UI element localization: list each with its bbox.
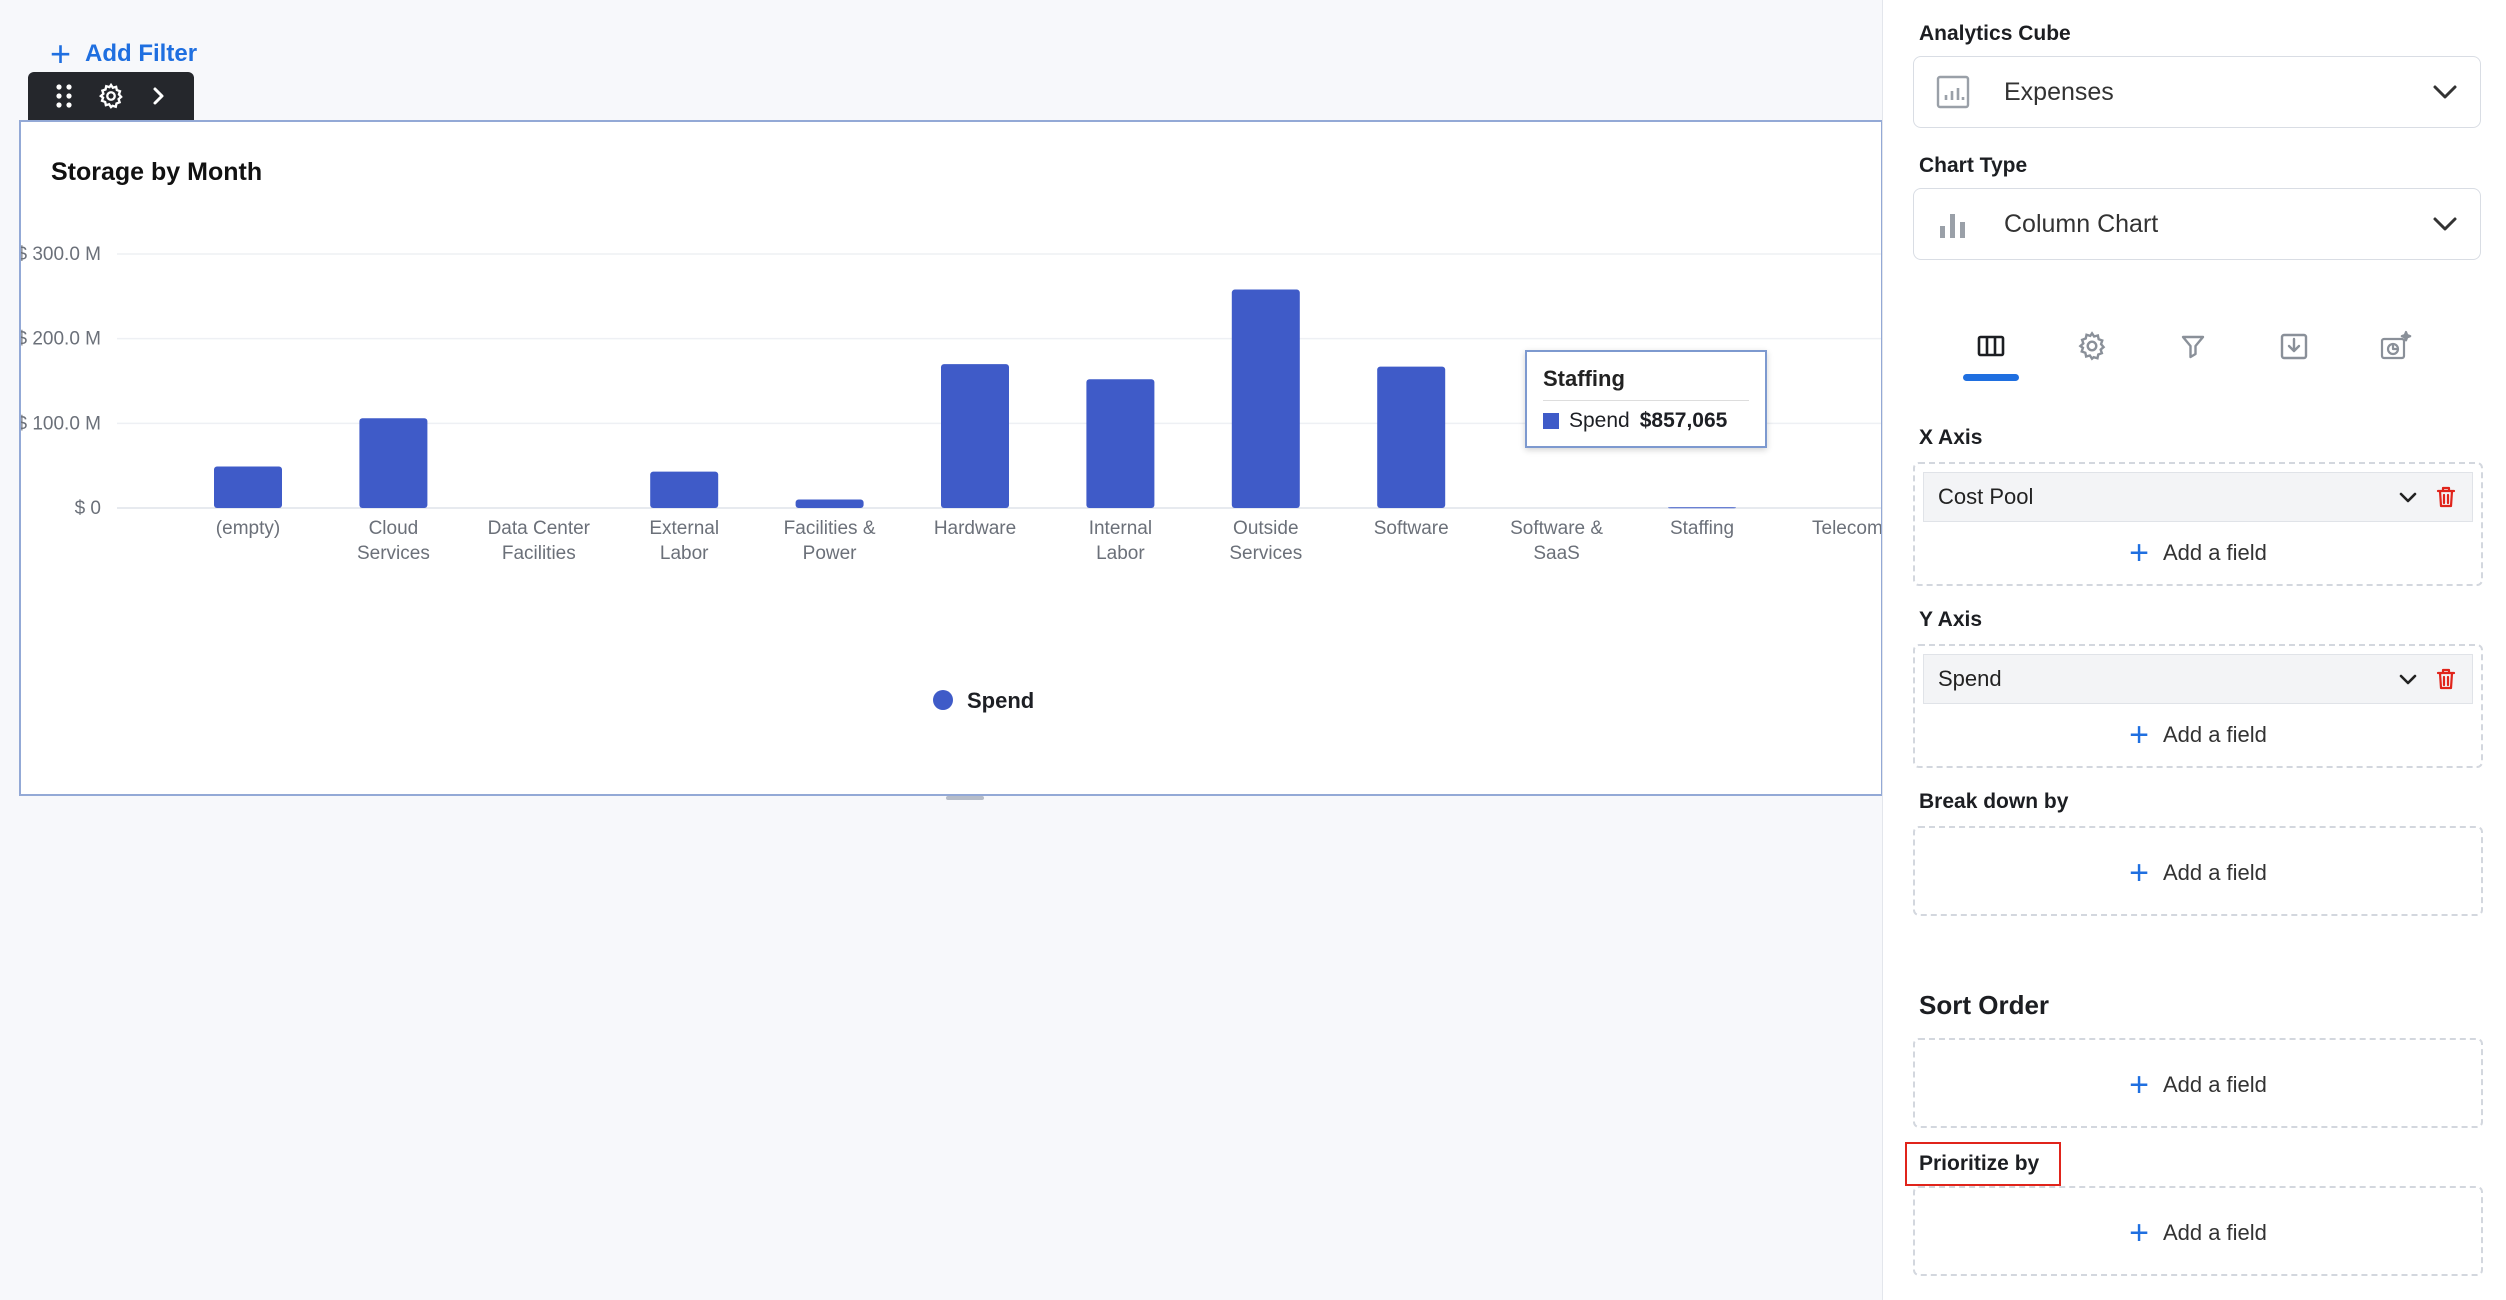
legend-label: Spend xyxy=(967,688,1034,713)
y-axis-dropzone[interactable]: Spend + Add a field xyxy=(1913,644,2483,768)
tooltip-series: Spend xyxy=(1569,409,1630,432)
plus-icon: + xyxy=(2129,534,2149,572)
x-tick-label: Software xyxy=(1374,518,1449,539)
x-axis-label: X Axis xyxy=(1919,426,1983,449)
sort-order-title: Sort Order xyxy=(1919,990,2050,1020)
add-field-label: Add a field xyxy=(2162,1220,2267,1245)
prioritize-add-field-button[interactable]: + Add a field xyxy=(1915,1214,2481,1252)
y-axis-label: Y Axis xyxy=(1919,608,1983,631)
x-axis-dropzone[interactable]: Cost Pool + Add a field xyxy=(1913,462,2483,586)
y-axis-field-chip[interactable]: Spend xyxy=(1923,654,2473,704)
bar-5 xyxy=(941,364,1009,508)
tab-filter[interactable] xyxy=(2165,330,2221,392)
bar-8 xyxy=(1377,366,1446,508)
breakdown-add-field-button[interactable]: + Add a field xyxy=(1915,854,2481,892)
y-axis-add-field-button[interactable]: + Add a field xyxy=(1915,716,2481,754)
tooltip-title: Staffing xyxy=(1543,366,1749,401)
plus-icon: + xyxy=(2129,716,2149,754)
bar-3 xyxy=(650,471,719,508)
cube-chart-icon xyxy=(1934,73,1972,111)
x-tick-label: Outside Services xyxy=(1229,518,1302,564)
x-axis-add-field-button[interactable]: + Add a field xyxy=(1915,534,2481,572)
widget-toolbar xyxy=(28,72,194,120)
add-field-label: Add a field xyxy=(2162,1072,2267,1097)
tab-download[interactable] xyxy=(2266,330,2322,392)
tab-ai-chart[interactable] xyxy=(2367,330,2423,392)
y-tick-label: $ 200.0 M xyxy=(21,329,101,350)
plus-icon: + xyxy=(2129,854,2149,892)
columns-icon xyxy=(1977,335,2005,357)
bar-1 xyxy=(359,418,428,508)
filter-icon xyxy=(2181,335,2205,359)
x-tick-label: Cloud Services xyxy=(357,518,430,564)
bar-0 xyxy=(214,466,282,508)
chart-widget: Storage by Month $ 300.0 M $ 200.0 M $ 100… xyxy=(19,120,1883,796)
x-tick-label: Internal Labor xyxy=(1089,518,1152,564)
resize-handle[interactable] xyxy=(946,796,984,800)
chart-type-label: Chart Type xyxy=(1919,154,2028,177)
bar-7 xyxy=(1231,289,1300,508)
plus-icon: + xyxy=(50,33,72,74)
download-icon xyxy=(2280,333,2308,360)
sort-order-dropzone[interactable]: + Add a field xyxy=(1913,1038,2483,1128)
breakdown-label: Break down by xyxy=(1919,790,2069,813)
tab-active-indicator xyxy=(1963,374,2019,381)
analytics-cube-select[interactable]: Expenses xyxy=(1913,56,2481,128)
x-tick-label: Software & SaaS xyxy=(1510,518,1603,564)
chart-tooltip: Staffing Spend $857,065 xyxy=(1525,350,1767,448)
add-field-label: Add a field xyxy=(2162,722,2267,747)
plus-icon: + xyxy=(2129,1214,2149,1252)
tooltip-swatch xyxy=(1543,413,1559,429)
chart-type-select[interactable]: Column Chart xyxy=(1913,188,2481,260)
bar-10 xyxy=(1668,507,1736,509)
x-axis-field-name: Cost Pool xyxy=(1938,484,2034,509)
column-chart: $ 300.0 M $ 200.0 M $ 100.0 M $ 0 (empty) Clo… xyxy=(21,244,1881,713)
add-field-label: Add a field xyxy=(2162,860,2267,885)
y-axis-field-name: Spend xyxy=(1938,666,2002,691)
trash-icon[interactable] xyxy=(2434,667,2458,691)
trash-icon[interactable] xyxy=(2434,485,2458,509)
prioritize-by-text: Prioritize by xyxy=(1919,1152,2040,1175)
y-tick-label: $ 300.0 M xyxy=(21,244,101,265)
x-tick-label: (empty) xyxy=(216,518,280,539)
tab-settings[interactable] xyxy=(2064,330,2120,392)
chevron-down-icon[interactable] xyxy=(2396,667,2420,691)
legend-swatch xyxy=(933,690,953,710)
x-tick-label: Staffing xyxy=(1670,518,1734,539)
x-tick-label: Hardware xyxy=(934,518,1016,539)
x-tick-label: Telecom xyxy=(1812,518,1881,539)
config-tabs xyxy=(1963,330,2423,392)
bar-6 xyxy=(1086,379,1155,508)
x-tick-label: Data Center Facilities xyxy=(488,518,591,564)
y-tick-label: $ 100.0 M xyxy=(21,413,101,434)
chevron-down-icon xyxy=(2433,85,2457,99)
prioritize-dropzone[interactable]: + Add a field xyxy=(1913,1186,2483,1276)
gear-icon xyxy=(2078,331,2106,361)
tab-columns[interactable] xyxy=(1963,330,2019,392)
bar-4 xyxy=(795,499,864,508)
sort-add-field-button[interactable]: + Add a field xyxy=(1915,1066,2481,1104)
analytics-cube-value: Expenses xyxy=(2004,77,2114,106)
x-tick-label: External Labor xyxy=(649,518,719,564)
drag-handle-icon[interactable] xyxy=(47,79,81,113)
prioritize-by-label: Prioritize by xyxy=(1905,1142,2061,1186)
analytics-cube-label: Analytics Cube xyxy=(1919,22,2071,45)
chevron-down-icon[interactable] xyxy=(2396,485,2420,509)
x-axis-field-chip[interactable]: Cost Pool xyxy=(1923,472,2473,522)
column-chart-icon xyxy=(1934,205,1972,243)
x-tick-label: Facilities & Power xyxy=(784,518,876,564)
tooltip-value: $857,065 xyxy=(1639,409,1728,432)
chart-config-panel: Analytics Cube Expenses Chart Type Colum… xyxy=(1882,0,2506,1300)
ai-chart-icon xyxy=(2380,330,2412,360)
plus-icon: + xyxy=(2129,1066,2149,1104)
chevron-right-icon[interactable] xyxy=(141,79,175,113)
chevron-down-icon xyxy=(2433,217,2457,231)
add-filter-label: Add Filter xyxy=(85,40,198,67)
widget-settings-gear-icon[interactable] xyxy=(94,79,128,113)
add-field-label: Add a field xyxy=(2162,540,2267,565)
chart-type-value: Column Chart xyxy=(2004,209,2159,238)
y-tick-label: $ 0 xyxy=(75,498,101,519)
add-filter-button[interactable]: + Add Filter xyxy=(50,33,198,74)
breakdown-dropzone[interactable]: + Add a field xyxy=(1913,826,2483,916)
